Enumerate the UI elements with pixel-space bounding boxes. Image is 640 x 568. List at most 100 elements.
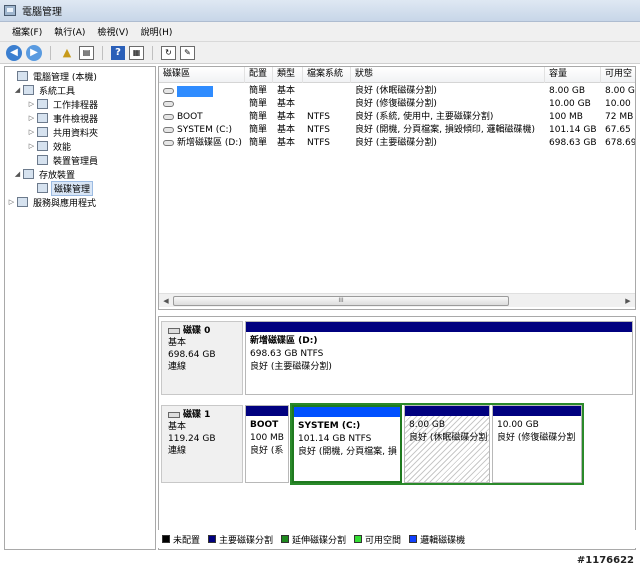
back-arrow-icon[interactable]: ◀ [6, 44, 22, 61]
layout-cell: 簡單 [249, 86, 268, 96]
refresh-icon[interactable]: ↻ [161, 45, 176, 60]
status-cell: 良好 (系統, 使用中, 主要磁碟分割) [355, 112, 494, 122]
capacity-cell: 100 MB [549, 112, 583, 122]
tree-expander[interactable]: ▷ [27, 128, 36, 136]
tree-expander[interactable]: ▷ [27, 100, 36, 108]
disk-1-size: 119.24 GB [168, 434, 216, 444]
column-header-capacity[interactable]: 容量 [545, 67, 601, 83]
legend-label: 邏輯磁碟機 [420, 535, 466, 546]
tree-expander[interactable]: ▷ [27, 114, 36, 122]
tree-item-shared-folders[interactable]: ▷ 共用資料夾 [27, 125, 100, 139]
free-space-cell: 67.65 [605, 125, 631, 135]
disk-1-info[interactable]: 磁碟 1 基本 119.24 GB 連線 [161, 405, 243, 483]
help-icon[interactable]: ? [111, 45, 125, 60]
table-row[interactable]: 新增磁碟區 (D:) 簡單 基本 NTFS 良好 (主要磁碟分割) 698.63… [159, 137, 636, 150]
capacity-cell: 10.00 GB [549, 99, 591, 109]
shared-folder-icon [37, 127, 48, 137]
partition-title: BOOT [250, 420, 279, 430]
properties-icon[interactable]: ▦ [129, 45, 144, 60]
up-folder-icon[interactable]: ▲ [59, 45, 75, 61]
column-header-free-space[interactable]: 可用空 [601, 67, 635, 83]
menu-file[interactable]: 檔案(F) [6, 23, 48, 40]
legend-logical-drive: 邏輯磁碟機 [409, 533, 465, 546]
legend-unallocated: 未配置 [162, 533, 200, 546]
column-header-filesystem[interactable]: 檔案系統 [303, 67, 351, 83]
hard-disk-icon [168, 328, 180, 334]
primary-partition-bar [405, 406, 489, 416]
title-bar: 電腦管理 [0, 0, 640, 22]
column-header-type[interactable]: 類型 [273, 67, 303, 83]
legend-label: 未配置 [173, 535, 201, 546]
tree-expander[interactable]: ◢ [13, 170, 22, 178]
tree-item-computer-management[interactable]: 電腦管理 (本機) [7, 69, 99, 83]
partition-system-c[interactable]: SYSTEM (C:) 101.14 GB NTFS 良好 (開機, 分頁檔案,… [292, 405, 402, 483]
type-cell: 基本 [277, 99, 296, 109]
export-list-icon[interactable]: ✎ [180, 45, 195, 60]
tree-item-system-tools[interactable]: ◢ 系統工具 [13, 83, 77, 97]
console-tree: 電腦管理 (本機) ◢ 系統工具 ▷ 工作排程器 ▷ 事件檢視器 ▷ 共用資料夾… [4, 66, 156, 550]
watermark-id: #1176622 [576, 555, 634, 566]
tree-expander[interactable]: ◢ [13, 86, 22, 94]
tree-item-performance[interactable]: ▷ 效能 [27, 139, 73, 153]
disk-0-state: 連線 [168, 362, 187, 372]
list-header: 磁碟區 配置 類型 檔案系統 狀態 容量 可用空 [159, 67, 635, 83]
forward-arrow-icon[interactable]: ▶ [26, 44, 42, 61]
disk-0-name: 磁碟 0 [183, 326, 211, 336]
volume-icon [163, 87, 174, 94]
table-row[interactable]: 簡單 基本 良好 (休眠磁碟分割) 8.00 GB 8.00 G [159, 85, 635, 98]
table-row[interactable]: BOOT 簡單 基本 NTFS 良好 (系統, 使用中, 主要磁碟分割) 100… [159, 111, 635, 124]
scroll-left-icon[interactable]: ◀ [161, 296, 171, 306]
tree-item-disk-management[interactable]: 磁碟管理 [27, 180, 94, 196]
menu-view[interactable]: 檢視(V) [91, 23, 134, 40]
status-cell: 良好 (開機, 分頁檔案, 損毀傾印, 邏輯磁碟機) [355, 125, 536, 135]
partition-status: 良好 (休眠磁碟分割 [409, 433, 488, 443]
scrollbar-thumb[interactable]: III [173, 296, 509, 306]
status-cell: 良好 (主要磁碟分割) [355, 138, 437, 148]
column-header-layout[interactable]: 配置 [245, 67, 273, 83]
tools-icon [23, 85, 34, 95]
column-header-volume[interactable]: 磁碟區 [159, 67, 245, 83]
legend-extended-partition: 延伸磁碟分割 [281, 533, 346, 546]
volume-icon [163, 126, 174, 133]
partition-recovery[interactable]: 10.00 GB 良好 (修復磁碟分割 [492, 405, 582, 483]
partition-hibernation[interactable]: 8.00 GB 良好 (休眠磁碟分割 [404, 405, 490, 483]
partition-d[interactable]: 新增磁碟區 (D:) 698.63 GB NTFS 良好 (主要磁碟分割) [245, 321, 633, 395]
table-row[interactable]: SYSTEM (C:) 簡單 基本 NTFS 良好 (開機, 分頁檔案, 損毀傾… [159, 124, 635, 137]
partition-boot[interactable]: BOOT 100 MB 良好 (系 [245, 405, 289, 483]
menu-action[interactable]: 執行(A) [48, 23, 91, 40]
legend-label: 可用空間 [365, 535, 402, 546]
tree-item-storage[interactable]: ◢ 存放裝置 [13, 167, 77, 181]
scroll-right-icon[interactable]: ▶ [623, 296, 633, 306]
device-manager-icon [37, 155, 48, 165]
menu-help[interactable]: 說明(H) [135, 23, 179, 40]
legend-primary-partition: 主要磁碟分割 [208, 533, 273, 546]
partition-details: 8.00 GB 良好 (休眠磁碟分割 [405, 416, 489, 448]
event-viewer-icon [37, 113, 48, 123]
capacity-cell: 698.63 GB [549, 138, 597, 148]
tree-item-event-viewer[interactable]: ▷ 事件檢視器 [27, 111, 100, 125]
toolbar: ◀ ▶ ▲ ▤ ? ▦ ↻ ✎ [0, 42, 640, 64]
free-space-cell: 678.69 [605, 138, 636, 148]
column-header-status[interactable]: 狀態 [351, 67, 545, 83]
tree-item-task-scheduler[interactable]: ▷ 工作排程器 [27, 97, 100, 111]
storage-icon [23, 169, 34, 179]
horizontal-scrollbar[interactable]: ◀ III ▶ [159, 293, 635, 307]
show-hide-tree-icon[interactable]: ▤ [79, 45, 94, 60]
toolbar-separator [102, 45, 103, 60]
partition-details: 新增磁碟區 (D:) 698.63 GB NTFS 良好 (主要磁碟分割) [246, 332, 632, 377]
tree-item-device-manager[interactable]: 裝置管理員 [27, 153, 100, 167]
status-cell: 良好 (修復磁碟分割) [355, 99, 437, 109]
computer-management-icon [4, 5, 16, 16]
volume-name-cell: SYSTEM (C:) [159, 124, 245, 137]
filesystem-cell: NTFS [307, 138, 330, 148]
disk-1-name-row: 磁碟 1 [168, 409, 236, 421]
tree-expander[interactable]: ▷ [27, 142, 36, 150]
disk-1-kind: 基本 [168, 422, 187, 432]
tree-item-label: 事件檢視器 [53, 114, 99, 125]
table-row[interactable]: 簡單 基本 良好 (修復磁碟分割) 10.00 GB 10.00 [159, 98, 635, 111]
tree-expander[interactable]: ▷ [7, 198, 16, 206]
volume-icon [163, 139, 174, 146]
tree-item-label: 工作排程器 [53, 100, 99, 111]
disk-0-info[interactable]: 磁碟 0 基本 698.64 GB 連線 [161, 321, 243, 395]
tree-item-services-applications[interactable]: ▷ 服務與應用程式 [7, 195, 98, 209]
